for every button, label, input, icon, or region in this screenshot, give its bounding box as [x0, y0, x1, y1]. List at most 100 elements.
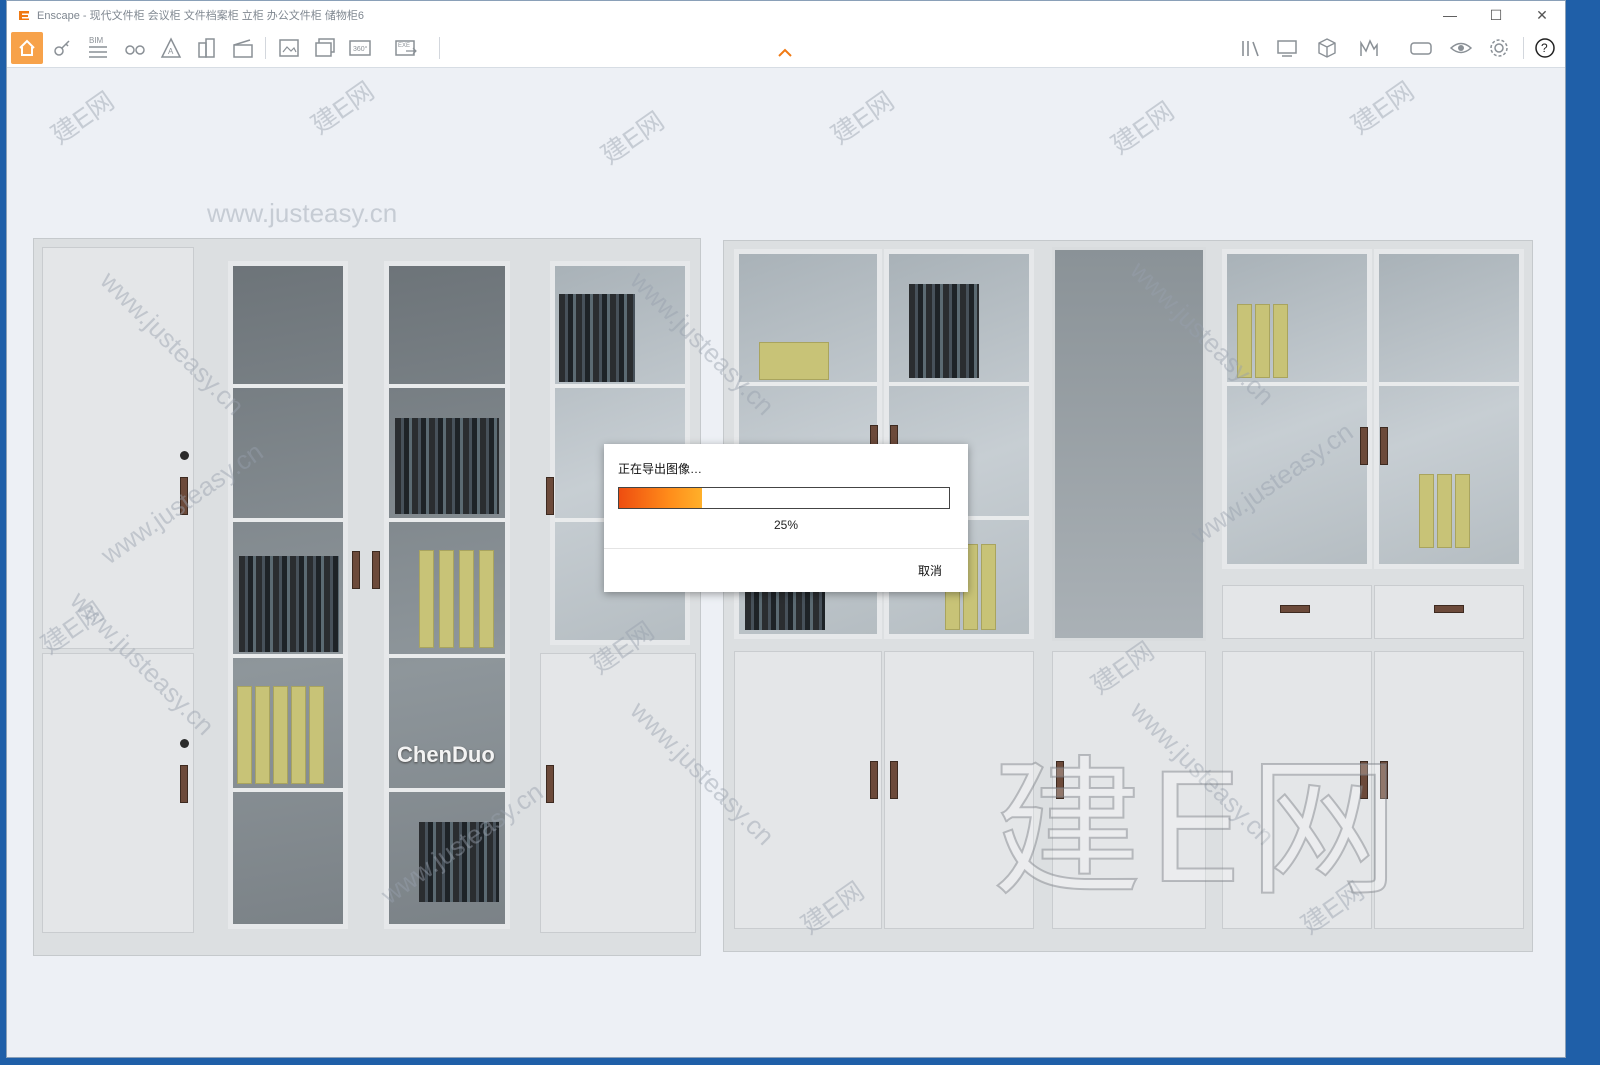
door-handle	[546, 477, 554, 515]
svg-text:?: ?	[1541, 41, 1548, 55]
capture-button[interactable]	[1353, 32, 1385, 64]
door-handle	[1056, 761, 1064, 799]
bim-button[interactable]: BIM	[83, 32, 115, 64]
export-exe-button[interactable]: EXE	[391, 32, 423, 64]
watermark-url: www.justeasy.cn	[207, 198, 398, 228]
close-button[interactable]: ✕	[1519, 1, 1565, 29]
settings-button[interactable]	[1483, 32, 1515, 64]
glass-door	[1222, 249, 1372, 569]
building-button[interactable]	[191, 32, 223, 64]
shelf	[389, 654, 505, 658]
door-handle	[352, 551, 360, 589]
glass-door	[228, 261, 348, 929]
binder	[419, 550, 434, 648]
binder	[1455, 474, 1470, 548]
enscape-window: Enscape - 现代文件柜 会议柜 文件档案柜 立柜 办公文件柜 储物柜6 …	[6, 0, 1566, 1058]
cabinet-door	[734, 651, 882, 929]
shelf	[233, 788, 343, 792]
cabinet-door	[1052, 651, 1206, 929]
binder	[291, 686, 306, 784]
shelf	[739, 382, 877, 386]
headset-icon	[1410, 42, 1432, 55]
book-row	[559, 294, 635, 382]
section-icon: A	[160, 37, 182, 58]
home-button[interactable]	[11, 32, 43, 64]
collapse-toolbar-button[interactable]	[777, 45, 793, 63]
door-handle	[180, 765, 188, 803]
screenshot-icon	[279, 39, 299, 57]
export-progress-bar	[618, 487, 950, 509]
eye-icon	[1449, 42, 1473, 54]
binder	[1419, 474, 1434, 548]
cabinet-door	[884, 651, 1034, 929]
video-editor-button[interactable]	[227, 32, 259, 64]
binder	[459, 550, 474, 648]
license-key-button[interactable]	[47, 32, 79, 64]
batch-render-button[interactable]	[309, 32, 341, 64]
drawer-handle	[1434, 605, 1464, 613]
shelf	[233, 518, 343, 522]
binder	[1273, 304, 1288, 378]
section-button[interactable]: A	[155, 32, 187, 64]
door-handle	[1360, 761, 1368, 799]
dialog-title: 正在导出图像…	[618, 462, 703, 476]
minimize-button[interactable]: —	[1427, 1, 1473, 29]
shelf	[889, 382, 1029, 386]
watermark-logo: 建E网	[825, 85, 900, 150]
cancel-button[interactable]: 取消	[918, 562, 942, 579]
toolbar-separator	[439, 37, 440, 59]
enscape-toolbar: BIM A 360° EXE ?	[7, 29, 1565, 68]
toolbar-separator	[265, 37, 266, 59]
vr-headset-button[interactable]	[1405, 32, 1437, 64]
door-handle	[1360, 427, 1368, 465]
door-handle	[546, 765, 554, 803]
cabinet-door	[1222, 651, 1372, 929]
binder	[309, 686, 324, 784]
cabinet-group-right	[723, 240, 1533, 952]
help-icon: ?	[1535, 38, 1555, 58]
progress-fill	[619, 488, 702, 508]
door-handle	[180, 477, 188, 515]
door-handle	[1380, 427, 1388, 465]
panorama-button[interactable]: 360°	[345, 32, 377, 64]
views-button[interactable]	[1311, 32, 1343, 64]
door-handle	[870, 761, 878, 799]
shelf	[1227, 382, 1367, 386]
asset-library-button[interactable]	[1235, 32, 1267, 64]
visibility-button[interactable]	[1445, 32, 1477, 64]
glass-door: ChenDuo	[384, 261, 510, 929]
shelf	[555, 384, 685, 388]
door-handle	[372, 551, 380, 589]
panorama-360-icon: 360°	[349, 40, 371, 56]
binder	[1437, 474, 1452, 548]
shelf	[233, 384, 343, 388]
book-row	[419, 822, 499, 902]
render-viewport[interactable]: ChenDuo 建E网 建E网 建E网 建E网 建E网 建E网 www.just…	[7, 68, 1565, 1057]
svg-text:EXE: EXE	[398, 43, 410, 49]
help-button[interactable]: ?	[1529, 32, 1561, 64]
cabinet-group-left: ChenDuo	[33, 238, 701, 956]
enscape-logo-icon	[19, 11, 29, 20]
watermark-logo: 建E网	[305, 75, 380, 140]
library-icon	[1242, 41, 1259, 57]
svg-text:A: A	[168, 47, 174, 56]
title-bar: Enscape - 现代文件柜 会议柜 文件档案柜 立柜 办公文件柜 储物柜6 …	[7, 1, 1565, 29]
vr-button[interactable]	[119, 32, 151, 64]
screenshot-button[interactable]	[273, 32, 305, 64]
window-controls: — ☐ ✕	[1427, 1, 1565, 29]
screen-icon	[1277, 40, 1297, 57]
cabinet-door	[540, 653, 696, 933]
visual-settings-button[interactable]	[1271, 32, 1303, 64]
book-row	[395, 418, 499, 514]
maximize-button[interactable]: ☐	[1473, 1, 1519, 29]
shelf	[389, 518, 505, 522]
book-row	[239, 556, 339, 652]
watermark-logo: 建E网	[45, 85, 120, 150]
watermark-logo: 建E网	[1345, 75, 1420, 140]
dialog-divider	[604, 548, 968, 549]
home-icon	[19, 39, 35, 56]
cabinet-door	[1374, 651, 1524, 929]
binder	[479, 550, 494, 648]
batch-icon	[315, 38, 335, 57]
key-icon	[54, 40, 70, 56]
